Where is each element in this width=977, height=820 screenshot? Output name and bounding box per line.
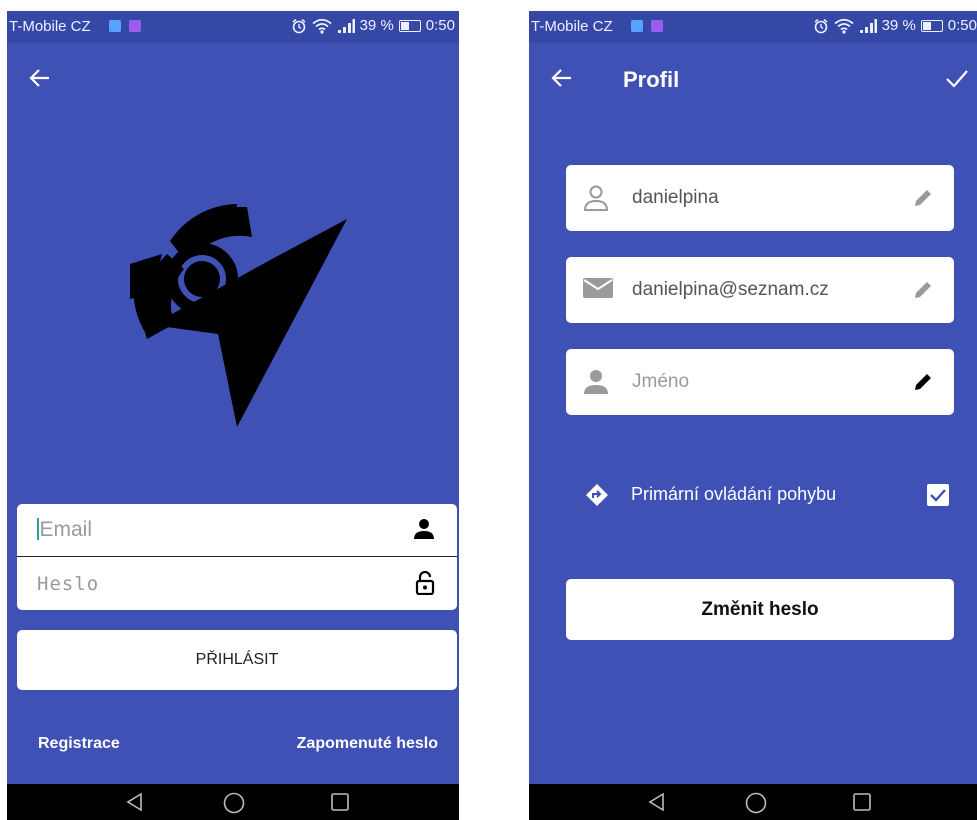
signal-icon — [859, 18, 877, 34]
battery-fill — [922, 21, 931, 30]
name-placeholder: Jméno — [632, 371, 690, 392]
pencil-icon[interactable] — [912, 279, 934, 306]
app-logo — [122, 199, 352, 444]
person-outline-icon — [583, 184, 609, 217]
pencil-icon[interactable] — [912, 187, 934, 214]
primary-motion-label: Primární ovládání pohybu — [631, 484, 837, 504]
username-value: danielpina — [632, 187, 719, 208]
arrow-left-icon — [551, 69, 571, 87]
primary-motion-checkbox[interactable] — [927, 484, 949, 506]
image-notification-icon — [651, 20, 663, 32]
nav-home-icon[interactable] — [223, 792, 245, 819]
image-notification-icon — [129, 20, 141, 32]
notification-icon — [631, 20, 643, 32]
back-button[interactable] — [29, 67, 51, 94]
system-nav-bar — [7, 784, 459, 820]
check-icon — [946, 70, 968, 88]
carrier-label: T-Mobile CZ — [9, 18, 91, 35]
nav-recents-icon[interactable] — [330, 792, 350, 817]
login-button[interactable]: PŘIHLÁSIT — [17, 630, 457, 690]
arrow-left-icon — [29, 69, 49, 87]
person-icon — [413, 518, 435, 545]
password-row: Heslo — [17, 557, 457, 609]
forgot-password-link[interactable]: Zapomenuté heslo — [297, 735, 438, 753]
name-field[interactable]: Jméno — [566, 349, 954, 415]
email-value: danielpina@seznam.cz — [632, 279, 829, 300]
change-password-button[interactable]: Změnit heslo — [566, 579, 954, 640]
text-cursor — [37, 518, 39, 540]
battery-percent: 39 % — [881, 17, 916, 34]
battery-fill — [400, 21, 409, 30]
email-placeholder: Email — [39, 518, 93, 541]
status-bar: T-Mobile CZ 39 % 0:50 — [529, 11, 977, 43]
username-field[interactable]: danielpina — [566, 165, 954, 231]
carrier-label: T-Mobile CZ — [531, 18, 613, 35]
password-field[interactable]: Heslo — [37, 573, 99, 595]
alarm-icon — [813, 18, 829, 34]
clock: 0:50 — [947, 17, 977, 34]
signal-icon — [337, 18, 355, 34]
email-row: Email — [17, 504, 457, 557]
email-field[interactable]: Email — [37, 518, 92, 542]
clock: 0:50 — [425, 17, 455, 34]
register-link[interactable]: Registrace — [38, 735, 120, 753]
save-button[interactable] — [945, 69, 969, 94]
mail-icon — [583, 276, 613, 305]
alarm-icon — [291, 18, 307, 34]
battery-percent: 39 % — [359, 17, 394, 34]
directions-icon — [585, 483, 609, 512]
nav-back-icon[interactable] — [125, 792, 145, 817]
wifi-icon — [312, 18, 332, 34]
status-bar: T-Mobile CZ 39 % 0:50 — [7, 11, 459, 43]
unlock-icon — [415, 570, 435, 600]
check-icon — [930, 489, 946, 502]
battery-icon — [398, 19, 421, 32]
profile-screen: T-Mobile CZ 39 % 0:50 Profil danielpina — [529, 11, 977, 820]
notification-icon — [109, 20, 121, 32]
pencil-icon[interactable] — [912, 371, 934, 398]
nav-home-icon[interactable] — [745, 792, 767, 819]
login-form: Email Heslo — [17, 504, 457, 610]
back-button[interactable] — [551, 67, 573, 94]
primary-motion-row: Primární ovládání pohybu — [585, 481, 949, 511]
person-icon — [583, 368, 609, 401]
wifi-icon — [834, 18, 854, 34]
system-nav-bar — [529, 784, 977, 820]
login-screen: T-Mobile CZ 39 % 0:50 Email Heslo PŘIHLÁ… — [7, 11, 459, 820]
battery-icon — [920, 19, 943, 32]
page-title: Profil — [623, 67, 680, 92]
nav-recents-icon[interactable] — [852, 792, 872, 817]
nav-back-icon[interactable] — [647, 792, 667, 817]
email-field[interactable]: danielpina@seznam.cz — [566, 257, 954, 323]
